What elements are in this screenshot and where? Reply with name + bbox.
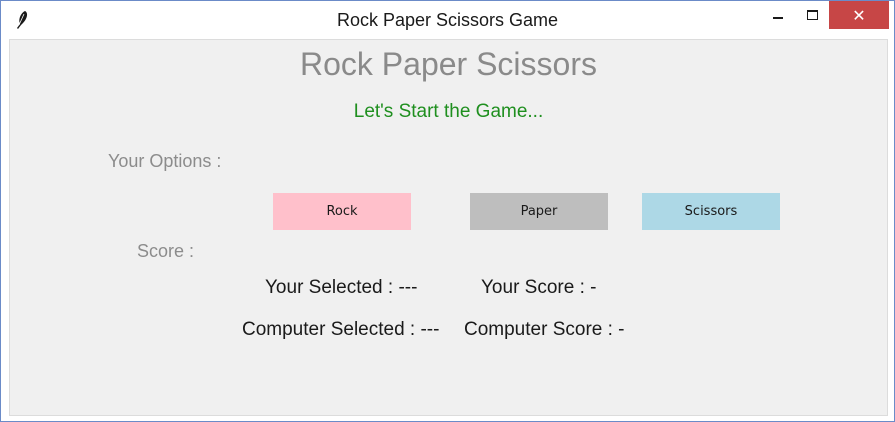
scissors-button[interactable]: Scissors — [642, 193, 780, 230]
page-title: Rock Paper Scissors — [300, 46, 597, 82]
title-bar[interactable]: Rock Paper Scissors Game ✕ — [1, 1, 894, 39]
maximize-button[interactable] — [795, 1, 829, 29]
score-label: Score : — [137, 241, 195, 261]
game-panel: Rock Paper Scissors Let's Start the Game… — [9, 39, 888, 416]
maximize-icon — [806, 10, 818, 20]
your-selected-text: Your Selected : --- — [265, 277, 418, 298]
paper-button[interactable]: Paper — [470, 193, 608, 230]
minimize-button[interactable] — [761, 1, 795, 29]
options-label: Your Options : — [108, 151, 222, 171]
your-score-text: Your Score : - — [481, 277, 597, 298]
minimize-icon — [773, 17, 783, 19]
computer-selected-text: Computer Selected : --- — [242, 319, 440, 340]
computer-score-text: Computer Score : - — [464, 319, 625, 340]
rock-button[interactable]: Rock — [273, 193, 411, 230]
close-button[interactable]: ✕ — [829, 1, 889, 29]
status-message: Let's Start the Game... — [353, 101, 544, 122]
app-window: Rock Paper Scissors Game ✕ Rock Paper Sc… — [0, 0, 895, 422]
close-icon: ✕ — [852, 5, 866, 25]
